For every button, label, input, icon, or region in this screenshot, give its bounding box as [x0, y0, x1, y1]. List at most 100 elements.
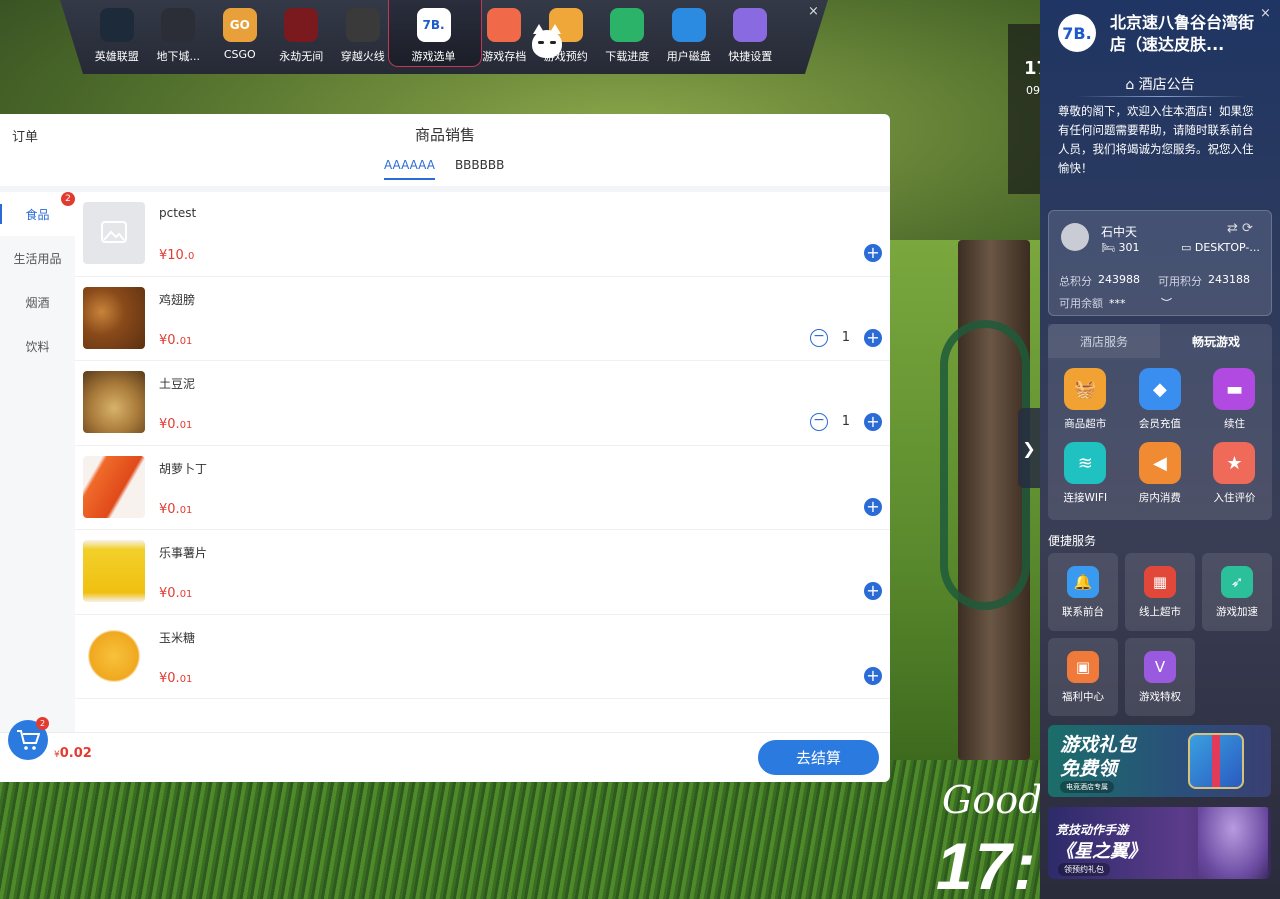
hotel-name: 北京速八鲁谷台湾街店（速达皮肤... — [1110, 13, 1255, 54]
cat-mascot-icon — [532, 24, 562, 58]
product-tabs: AAAAAA BBBBBB — [384, 158, 504, 180]
category-sidebar: 食品 2 生活用品 烟酒 饮料 — [0, 192, 75, 732]
sidebar-item-daily-goods[interactable]: 生活用品 — [0, 236, 75, 280]
quick-vip[interactable]: V 游戏特权 — [1125, 638, 1195, 716]
service-label: 连接WIFI — [1063, 492, 1108, 504]
quick-label: 福利中心 — [1062, 690, 1104, 703]
add-to-cart-button[interactable]: + — [864, 497, 882, 516]
lol-icon — [99, 8, 134, 42]
user-name: 石中天 — [1101, 225, 1138, 239]
add-to-cart-button[interactable]: + — [864, 582, 882, 600]
eye-closed-icon[interactable]: ︶ — [1161, 295, 1172, 311]
collapse-panel-chevron-icon[interactable]: ❯ — [1018, 408, 1040, 488]
decrease-quantity-button[interactable]: − — [810, 328, 828, 347]
service-grid: 🧺 商品超市 ◆ 会员充值 ▬ 续住 ≋ 连接WIFI ◀ 房内消费 ★ 入住评价 — [1048, 368, 1272, 516]
cart-icon — [17, 730, 40, 750]
wifi-icon: ≋ — [1064, 442, 1107, 484]
star-wing-banner[interactable]: 竞技动作手游 《星之翼》 领预约礼包 — [1048, 807, 1271, 879]
notice-icon: ⌂ — [1125, 77, 1139, 93]
balance-row: 可用余额 *** — [1059, 297, 1126, 310]
add-to-cart-button[interactable]: + — [864, 666, 882, 685]
carrot-image — [83, 455, 145, 518]
toolbar-item-menu-logo[interactable]: 7B. 游戏选单 — [394, 8, 474, 70]
toolbar-item-lol[interactable]: 英雄联盟 — [86, 8, 148, 70]
add-to-cart-button[interactable]: + — [864, 413, 882, 431]
toolbar-item-download[interactable]: 下载进度 — [597, 8, 659, 70]
service-bed[interactable]: ▬ 续住 — [1197, 368, 1272, 442]
triangle-icon: ◀ — [1138, 442, 1181, 484]
service-diamond[interactable]: ◆ 会员充值 — [1123, 368, 1198, 442]
sidebar-item-food[interactable]: 食品 2 — [0, 192, 75, 236]
banner-title: 竞技动作手游 《星之翼》 — [1056, 823, 1146, 862]
toolbar-close-icon[interactable]: × — [808, 4, 819, 19]
sidebar-item-label: 饮料 — [25, 339, 50, 354]
quick-gift[interactable]: ▣ 福利中心 — [1048, 638, 1118, 716]
room-number: 🛏 301 — [1101, 241, 1140, 254]
quick-store[interactable]: ▦ 线上超市 — [1125, 553, 1195, 631]
placeholder-image-icon — [83, 202, 145, 264]
wallpaper-rope — [940, 320, 1030, 610]
toolbar-item-naraka[interactable]: 永劫无间 — [271, 8, 333, 70]
service-label: 会员充值 — [1138, 418, 1181, 430]
toolbar-item-label: 穿越火线 — [340, 50, 385, 63]
toolbar-item-csgo[interactable]: GO CSGO — [209, 8, 271, 70]
product-name: 乐事薯片 — [159, 546, 208, 560]
switch-refresh-icon[interactable]: ⇄ ⟳ — [1227, 221, 1253, 236]
list-item: pctest ¥10.0 + — [75, 192, 890, 277]
csgo-icon: GO — [222, 8, 257, 42]
add-to-cart-button[interactable]: + — [864, 244, 882, 262]
toolbar-item-label: 游戏存档 — [482, 50, 527, 63]
quick-bell[interactable]: 🔔 联系前台 — [1048, 553, 1118, 631]
service-label: 房内消费 — [1138, 492, 1181, 504]
quick-rocket[interactable]: ➶ 游戏加速 — [1202, 553, 1272, 631]
tab-aaaaaa[interactable]: AAAAAA — [384, 158, 435, 180]
service-basket[interactable]: 🧺 商品超市 — [1048, 368, 1123, 442]
balance-value: *** — [1109, 297, 1126, 310]
vip-icon: V — [1144, 650, 1176, 683]
sidebar-item-label: 烟酒 — [25, 295, 50, 310]
tab-bbbbbb[interactable]: BBBBBB — [455, 158, 504, 180]
product-name: 鸡翅膀 — [159, 292, 196, 307]
list-item: 胡萝卜丁 ¥0.01 + — [75, 446, 890, 530]
toolbar-item-settings[interactable]: 快捷设置 — [720, 8, 782, 70]
disk-icon — [671, 8, 706, 42]
product-price: ¥0.01 — [159, 586, 193, 601]
list-item: 土豆泥 ¥0.01 −1 + — [75, 361, 890, 446]
quantity-value: 1 — [841, 329, 850, 345]
store-icon: ▦ — [1144, 565, 1176, 598]
toolbar-item-label: 游戏选单 — [411, 50, 456, 63]
notice-divider — [1076, 96, 1246, 97]
toolbar-item-cf[interactable]: 穿越火线 — [332, 8, 394, 70]
checkout-button[interactable]: 去结算 — [758, 740, 879, 775]
diamond-icon: ◆ — [1138, 368, 1181, 410]
toolbar-item-dnf[interactable]: 地下城... — [148, 8, 210, 70]
download-icon — [610, 8, 645, 42]
service-star[interactable]: ★ 入住评价 — [1197, 442, 1272, 516]
product-name: pctest — [159, 206, 197, 220]
tab-hotel-service[interactable]: 酒店服务 — [1048, 324, 1160, 358]
list-item: 乐事薯片 ¥0.01 + — [75, 530, 890, 615]
bed-icon: 🛏 — [1101, 241, 1119, 254]
save-icon — [487, 8, 522, 42]
sidebar-item-tobacco-alcohol[interactable]: 烟酒 — [0, 280, 75, 324]
service-tabs: 酒店服务 畅玩游戏 — [1048, 324, 1272, 358]
tab-play-games[interactable]: 畅玩游戏 — [1160, 324, 1272, 358]
panel-close-icon[interactable]: × — [1260, 6, 1271, 21]
game-gift-banner[interactable]: 游戏礼包 免费领 电竞酒店专属 — [1048, 725, 1271, 797]
order-link[interactable]: 订单 — [12, 126, 38, 145]
decrease-quantity-button[interactable]: − — [810, 413, 828, 431]
sidebar-item-label: 生活用品 — [13, 251, 62, 266]
toolbar-item-disk[interactable]: 用户磁盘 — [658, 8, 720, 70]
list-item: 玉米糖 ¥0.01 + — [75, 615, 890, 699]
service-wifi[interactable]: ≋ 连接WIFI — [1048, 442, 1123, 516]
toolbar-item-save[interactable]: 游戏存档 — [474, 8, 536, 70]
sidebar-item-drinks[interactable]: 饮料 — [0, 324, 75, 368]
list-item: 鸡翅膀 ¥0.01 −1 + — [75, 277, 890, 361]
available-points: 243188 — [1208, 273, 1250, 286]
add-to-cart-button[interactable]: + — [864, 328, 882, 347]
cf-icon — [345, 8, 380, 42]
service-triangle[interactable]: ◀ 房内消费 — [1123, 442, 1198, 516]
toolbar-item-label: 用户磁盘 — [666, 50, 711, 63]
product-price: ¥0.01 — [159, 670, 193, 686]
service-label: 续住 — [1223, 418, 1245, 430]
